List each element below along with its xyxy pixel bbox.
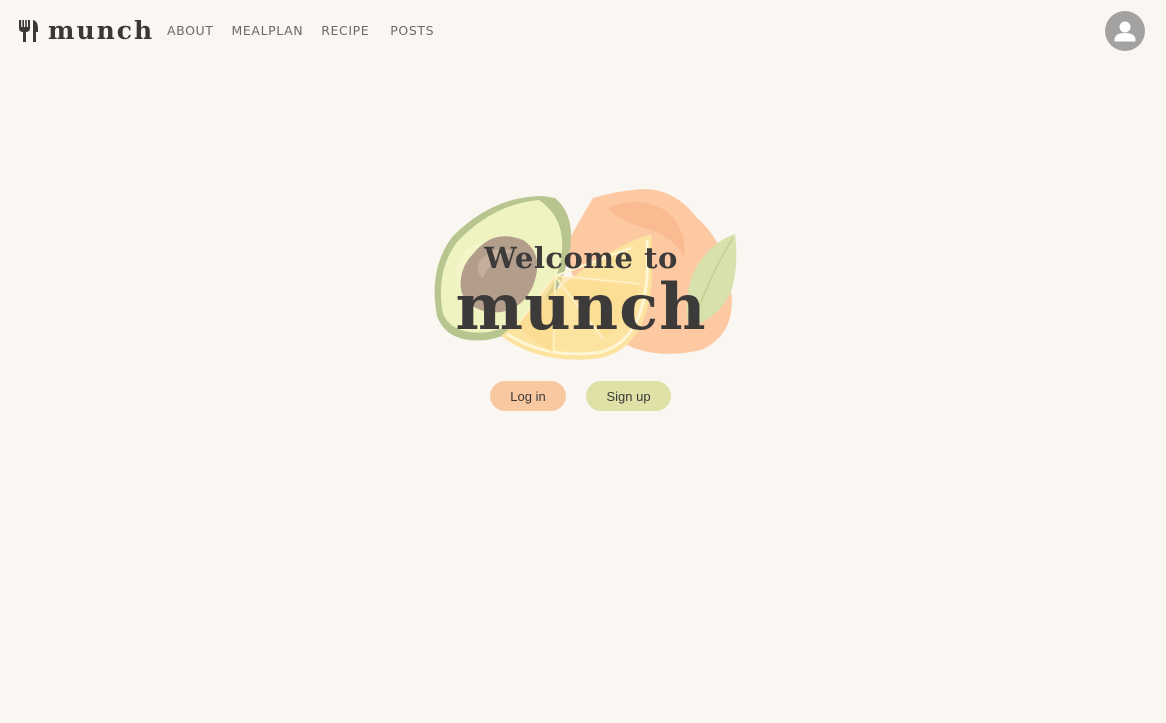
nav-recipe[interactable]: RECIPE — [321, 23, 369, 39]
welcome-hero: Welcome to munch — [433, 188, 739, 366]
signup-button[interactable]: Sign up — [586, 381, 671, 411]
main-nav: ABOUT MEALPLAN RECIPE POSTS — [167, 23, 452, 39]
hero-brand-title: munch — [455, 270, 707, 345]
nav-posts[interactable]: POSTS — [390, 23, 434, 39]
nav-about[interactable]: ABOUT — [167, 23, 214, 39]
brand-name: munch — [48, 16, 155, 45]
nav-mealplan[interactable]: MEALPLAN — [232, 23, 304, 39]
user-avatar-icon — [1114, 21, 1136, 42]
brand-logo[interactable]: munch — [18, 18, 154, 44]
fork-knife-icon — [19, 20, 38, 42]
user-avatar-button[interactable] — [1105, 11, 1145, 51]
top-navigation-bar: munch ABOUT MEALPLAN RECIPE POSTS — [0, 0, 1166, 62]
login-button[interactable]: Log in — [490, 381, 566, 411]
